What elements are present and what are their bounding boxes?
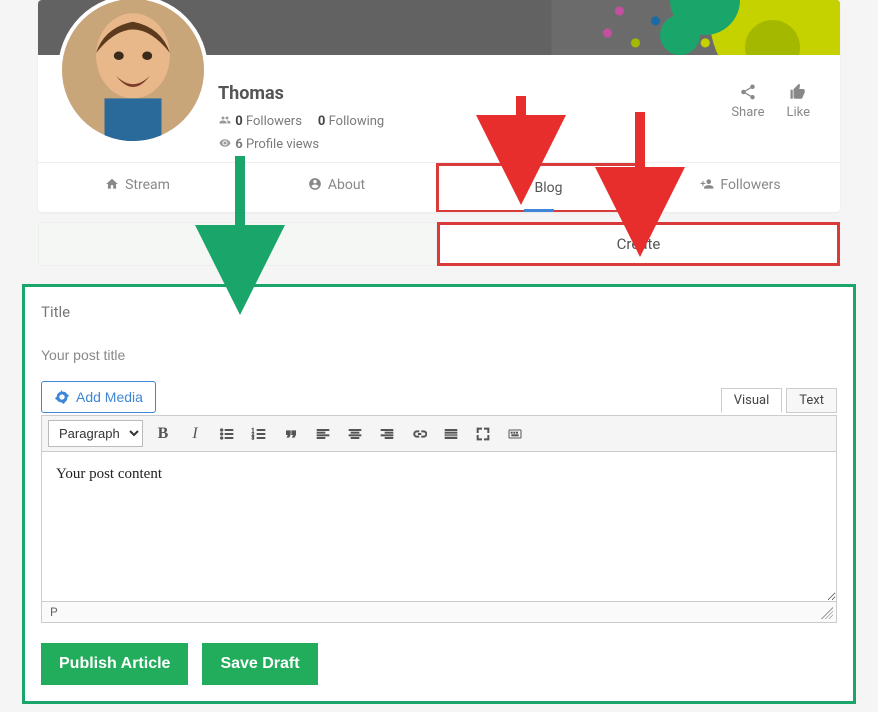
visual-tab-button[interactable]: Visual	[721, 388, 783, 413]
editor-panel: Title Add Media Visual Text Paragraph B …	[22, 284, 856, 704]
post-content-editor[interactable]: Your post content	[41, 452, 837, 602]
avatar-image	[62, 0, 204, 141]
profile-views-stat: 6 Profile views	[218, 137, 731, 152]
create-button[interactable]: Create	[437, 222, 840, 266]
read-more-icon	[443, 426, 459, 442]
following-stat[interactable]: 0 Following	[318, 114, 384, 129]
like-label: Like	[786, 105, 810, 120]
svg-text:3: 3	[252, 435, 255, 441]
bold-button[interactable]: B	[151, 422, 175, 446]
link-button[interactable]	[407, 422, 431, 446]
user-plus-icon	[700, 177, 714, 191]
align-left-button[interactable]	[311, 422, 335, 446]
like-icon	[789, 83, 807, 101]
fullscreen-icon	[475, 426, 491, 442]
eye-icon	[218, 137, 232, 149]
text-tab-button[interactable]: Text	[786, 388, 837, 413]
bullet-list-button[interactable]	[215, 422, 239, 446]
like-button[interactable]: Like	[786, 83, 810, 120]
format-select[interactable]: Paragraph	[48, 420, 143, 447]
italic-button[interactable]: I	[183, 422, 207, 446]
toolbar-toggle-button[interactable]	[503, 422, 527, 446]
tab-about[interactable]: About	[237, 163, 436, 212]
italic-icon: I	[192, 425, 197, 443]
align-right-button[interactable]	[375, 422, 399, 446]
align-left-icon	[315, 426, 331, 442]
tab-followers[interactable]: Followers	[641, 163, 840, 212]
profile-card: Thomas 0 Followers 0 Following 6 Profile…	[38, 0, 840, 212]
people-icon	[218, 114, 232, 126]
followers-stat[interactable]: 0 Followers	[218, 114, 302, 129]
share-button[interactable]: Share	[731, 83, 764, 120]
blockquote-button[interactable]	[279, 422, 303, 446]
bold-icon: B	[158, 425, 169, 443]
save-draft-button[interactable]: Save Draft	[202, 643, 317, 685]
avatar[interactable]	[58, 0, 208, 145]
media-icon	[54, 389, 70, 405]
create-bar-left[interactable]	[38, 222, 437, 266]
align-center-button[interactable]	[343, 422, 367, 446]
add-media-button[interactable]: Add Media	[41, 381, 156, 413]
numbered-list-icon: 123	[251, 426, 267, 442]
insert-more-button[interactable]	[439, 422, 463, 446]
profile-tabs: Stream About Blog Followers	[38, 162, 840, 212]
editor-toolbar: Paragraph B I 123	[41, 415, 837, 452]
keyboard-icon	[507, 426, 523, 442]
align-center-icon	[347, 426, 363, 442]
link-icon	[411, 426, 427, 442]
create-bar: Create	[38, 222, 840, 266]
profile-name: Thomas	[218, 83, 731, 104]
home-icon	[105, 177, 119, 191]
tab-stream[interactable]: Stream	[38, 163, 237, 212]
share-label: Share	[731, 105, 764, 120]
fullscreen-button[interactable]	[471, 422, 495, 446]
title-label: Title	[41, 303, 837, 321]
user-circle-icon	[308, 177, 322, 191]
quote-icon	[515, 180, 529, 194]
numbered-list-button[interactable]: 123	[247, 422, 271, 446]
blockquote-icon	[283, 426, 299, 442]
bullet-list-icon	[219, 426, 235, 442]
publish-button[interactable]: Publish Article	[41, 643, 188, 685]
post-title-input[interactable]	[41, 347, 837, 363]
editor-path-bar: P	[41, 602, 837, 623]
share-icon	[739, 83, 757, 101]
align-right-icon	[379, 426, 395, 442]
tab-blog[interactable]: Blog	[436, 163, 641, 212]
